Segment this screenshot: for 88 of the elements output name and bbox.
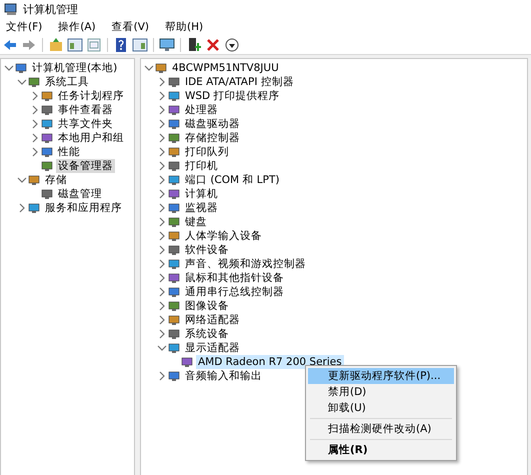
device-icon <box>41 104 53 116</box>
device-icon <box>168 342 180 354</box>
tree-item[interactable]: 声音、视频和游戏控制器 <box>183 257 308 271</box>
window-title: 计算机管理 <box>23 2 78 16</box>
menu-item[interactable]: 帮助(H) <box>164 20 204 34</box>
tree-item[interactable]: 键盘 <box>183 215 209 229</box>
device-icon <box>168 314 180 326</box>
device-icon <box>41 160 53 172</box>
device-icon <box>28 76 40 88</box>
tree-item[interactable]: IDE ATA/ATAPI 控制器 <box>183 75 296 89</box>
menu-item[interactable]: 查看(V) <box>110 20 150 34</box>
tree-item[interactable]: 磁盘管理 <box>56 187 104 201</box>
device-icon <box>168 174 180 186</box>
device-icon <box>168 244 180 256</box>
tree-item[interactable]: 本地用户和组 <box>56 131 126 145</box>
device-icon <box>41 132 53 144</box>
device-icon <box>41 188 53 200</box>
down-circle-icon[interactable] <box>224 36 240 52</box>
device-icon <box>168 146 180 158</box>
tree-item[interactable]: 处理器 <box>183 103 220 117</box>
tree-item[interactable]: 4BCWPM51NTV8JUU <box>170 61 281 75</box>
tree-item[interactable]: 磁盘驱动器 <box>183 117 242 131</box>
tree-item[interactable]: 人体学输入设备 <box>183 229 264 243</box>
close-icon[interactable] <box>205 36 221 52</box>
device-icon <box>15 62 27 74</box>
tree-item[interactable]: 端口 (COM 和 LPT) <box>183 173 282 187</box>
device-icon <box>168 160 180 172</box>
tree-item[interactable]: 系统工具 <box>43 75 91 89</box>
tree-item[interactable]: 网络适配器 <box>183 313 242 327</box>
device-icon <box>168 300 180 312</box>
tree-item[interactable]: 图像设备 <box>183 299 231 313</box>
menu-item[interactable]: 卸载(U) <box>308 400 454 416</box>
tree-item[interactable]: 计算机 <box>183 187 220 201</box>
tree-item[interactable]: 性能 <box>56 145 82 159</box>
panel-icon[interactable] <box>132 36 148 52</box>
menu-item[interactable]: 扫描检测硬件改动(A) <box>308 421 454 437</box>
menu-item[interactable]: 属性(R) <box>308 442 454 458</box>
tree-item[interactable]: 显示适配器 <box>183 341 242 355</box>
tree-item[interactable]: 计算机管理(本地) <box>30 61 120 75</box>
tree-item[interactable]: 打印队列 <box>183 145 231 159</box>
device-icon <box>168 230 180 242</box>
device-icon <box>168 202 180 214</box>
menu-item[interactable]: 更新驱动程序软件(P)... <box>308 368 454 384</box>
tree-item[interactable]: 事件查看器 <box>56 103 115 117</box>
tree-item[interactable]: 打印机 <box>183 159 220 173</box>
device-icon <box>181 356 193 368</box>
device-icon <box>168 272 180 284</box>
tree-item[interactable]: 存储 <box>43 173 69 187</box>
tree-item[interactable]: 通用串行总线控制器 <box>183 285 286 299</box>
device-icon <box>41 146 53 158</box>
device-icon <box>41 90 53 102</box>
app-icon <box>4 2 18 16</box>
device-add-icon[interactable] <box>186 36 202 52</box>
tree-item[interactable]: 共享文件夹 <box>56 117 115 131</box>
device-icon <box>28 174 40 186</box>
device-icon <box>168 328 180 340</box>
tree-item[interactable]: WSD 打印提供程序 <box>183 89 282 103</box>
device-icon <box>168 216 180 228</box>
menu-item[interactable]: 文件(F) <box>5 20 44 34</box>
help-icon[interactable] <box>113 36 129 52</box>
monitor-icon[interactable] <box>159 36 175 52</box>
tree-item[interactable]: AMD Radeon R7 200 Series <box>196 355 344 369</box>
device-icon <box>28 202 40 214</box>
device-icon <box>168 132 180 144</box>
device-icon <box>41 118 53 130</box>
device-icon <box>168 104 180 116</box>
device-icon <box>168 370 180 382</box>
device-icon <box>168 286 180 298</box>
tree-item[interactable]: 软件设备 <box>183 243 231 257</box>
tree-item[interactable]: 存储控制器 <box>183 131 242 145</box>
menu-item[interactable]: 禁用(D) <box>308 384 454 400</box>
folder-up-icon[interactable] <box>48 36 64 52</box>
device-icon <box>168 118 180 130</box>
window-icon[interactable] <box>86 36 102 52</box>
tree-item[interactable]: 任务计划程序 <box>56 89 126 103</box>
tree-item[interactable]: 设备管理器 <box>56 159 115 173</box>
tree-item[interactable]: 监视器 <box>183 201 220 215</box>
menu-item[interactable]: 操作(A) <box>57 20 97 34</box>
device-icon <box>168 90 180 102</box>
device-icon <box>168 188 180 200</box>
device-icon <box>155 62 167 74</box>
tree-item[interactable]: 鼠标和其他指针设备 <box>183 271 286 285</box>
panel-icon[interactable] <box>67 36 83 52</box>
tree-item[interactable]: 系统设备 <box>183 327 231 341</box>
device-icon <box>168 258 180 270</box>
tree-item[interactable]: 音频输入和输出 <box>183 369 264 383</box>
device-icon <box>168 76 180 88</box>
tree-item[interactable]: 服务和应用程序 <box>43 201 124 215</box>
